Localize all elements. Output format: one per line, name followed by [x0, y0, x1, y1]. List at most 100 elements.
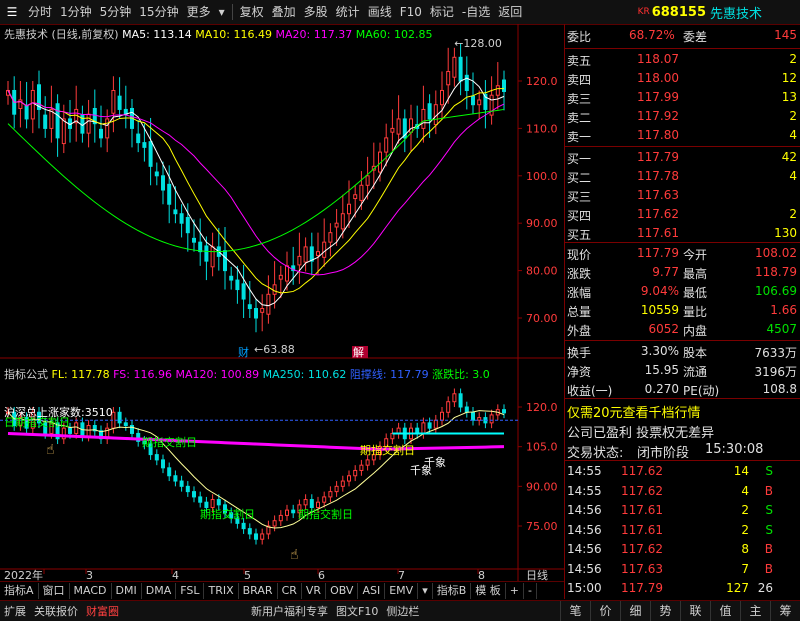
tab-trix[interactable]: TRIX [204, 583, 239, 599]
ask-row: 卖四 118.00 12 [565, 69, 800, 89]
btn-f10[interactable]: F10 [396, 0, 426, 24]
sub-candle-body [161, 459, 165, 469]
stat-label: 股本 [683, 346, 708, 360]
bid-row: 买四 117.62 2 [565, 205, 800, 225]
sub-candle-body [334, 485, 339, 493]
chevron-down-icon[interactable]: ▾ [215, 0, 229, 24]
status-expand[interactable]: 扩展 [0, 603, 30, 619]
tab-1min[interactable]: 1分钟 [56, 0, 96, 24]
promo-row-1[interactable]: 仅需20元查看千档行情 [565, 400, 800, 421]
tab-template[interactable]: 模 板 [471, 583, 506, 599]
tab-dmi[interactable]: DMI [112, 583, 142, 599]
sub-candle-body [210, 499, 215, 508]
stat-value: 10559 [640, 303, 679, 317]
tick-row: 14:56 117.61 2 S [565, 521, 800, 541]
trade-status-value: 闭市阶段 [637, 446, 690, 461]
company-note: 公司已盈利 投票权无差异 [567, 426, 715, 441]
tab-more[interactable]: 更多 [183, 0, 215, 24]
rtab-chou[interactable]: 筹 [770, 601, 800, 621]
candle-body [427, 103, 432, 120]
tick-row: 15:00 117.79 127 26 [565, 579, 800, 599]
chevron-down-icon[interactable]: ▾ [418, 583, 433, 599]
tab-asi[interactable]: ASI [358, 583, 386, 599]
candle-body [384, 137, 389, 153]
tab-obv[interactable]: OBV [326, 583, 359, 599]
tab-fenshi[interactable]: 分时 [24, 0, 56, 24]
rtab-xi[interactable]: 细 [620, 601, 650, 621]
quote-panel: 委比 68.72% 委差 145 卖五 118.07 2 卖四 118.00 12 卖三 11… [564, 24, 800, 599]
btn-diejia[interactable]: 叠加 [268, 0, 300, 24]
tab-15min[interactable]: 15分钟 [135, 0, 182, 24]
candle-body [316, 251, 320, 256]
btn-tongji[interactable]: 统计 [332, 0, 364, 24]
level-volume: 130 [774, 226, 797, 240]
status-sidebar[interactable]: 侧边栏 [382, 603, 423, 619]
sub-title[interactable]: 指标公式 [4, 368, 48, 381]
stat-value: 4507 [766, 322, 797, 336]
level-price: 117.99 [637, 90, 679, 104]
status-related[interactable]: 关联报价 [30, 603, 82, 619]
chart-title: 先惠技术 (日线,前复权) [4, 28, 119, 41]
status-fortune[interactable]: 财富圈 [82, 603, 123, 619]
candle-body [204, 245, 209, 262]
tick-row: 14:55 117.62 4 B [565, 482, 800, 502]
tick-volume: 2 [741, 503, 749, 517]
candle-body [235, 279, 240, 291]
y-tick-label: 75.00 [526, 520, 558, 533]
rtab-zhi[interactable]: 值 [710, 601, 740, 621]
ma5-legend: MA5: 113.14 [122, 28, 192, 41]
tick-direction: B [764, 483, 773, 498]
zoom-out-button[interactable]: - [524, 583, 537, 599]
candle-body [471, 95, 475, 106]
stat-row: 总量 10559 量比 1.66 [565, 301, 800, 321]
stat-label: 净资 [567, 365, 592, 379]
btn-biaoji[interactable]: 标记 [426, 0, 458, 24]
stat-label: 流通 [683, 365, 708, 379]
y-tick-label: 110.0 [526, 122, 558, 135]
tab-fsl[interactable]: FSL [176, 583, 205, 599]
stat2-row: 净资 15.95 流通 3196万 [565, 361, 800, 381]
btn-duogu[interactable]: 多股 [300, 0, 332, 24]
sub-note: 期指交割日 [360, 443, 415, 457]
tick-time: 14:55 [567, 464, 602, 478]
btn-huaxian[interactable]: 画线 [364, 0, 396, 24]
menu-icon[interactable]: ☰ [0, 0, 24, 24]
level-volume: 42 [781, 150, 797, 164]
promo-qiandang[interactable]: 仅需20元查看千档行情 [567, 402, 701, 421]
finance-marker: 财 [238, 345, 249, 359]
tab-brar[interactable]: BRAR [239, 583, 278, 599]
tab-cr[interactable]: CR [278, 583, 302, 599]
bid-row: 买三 117.63 [565, 186, 800, 206]
stat2-row: 换手 3.30% 股本 7633万 [565, 342, 800, 362]
stat-label: 今开 [683, 248, 708, 262]
chart-area[interactable]: 120.0 110.0 100.0 90.00 80.00 70.00 120.0 105.0… [0, 24, 564, 599]
stat-row: 涨跌 9.77 最高 118.79 [565, 263, 800, 283]
sub-candle-body [123, 422, 128, 427]
candle-body [86, 113, 91, 134]
kline-chart[interactable]: 120.0 110.0 100.0 90.00 80.00 70.00 120.0 105.0… [0, 24, 564, 581]
tab-emv[interactable]: EMV [385, 583, 419, 599]
tab-macd[interactable]: MACD [70, 583, 112, 599]
tab-indicator-b[interactable]: 指标B [433, 583, 472, 599]
rtab-zhu[interactable]: 主 [740, 601, 770, 621]
tab-vr[interactable]: VR [302, 583, 327, 599]
rtab-bi[interactable]: 笔 [560, 601, 590, 621]
rtab-shi[interactable]: 势 [650, 601, 680, 621]
level-label: 卖四 [567, 73, 592, 87]
status-newuser[interactable]: 新用户福利专享 [247, 603, 332, 619]
stat-value: 3196万 [754, 365, 797, 379]
tick-time: 14:56 [567, 561, 602, 576]
btn-fuquan[interactable]: 复权 [236, 0, 268, 24]
tab-indicator-a[interactable]: 指标A [0, 583, 39, 599]
zoom-in-button[interactable]: + [506, 583, 524, 599]
candle-body [192, 237, 196, 243]
btn-fanhui[interactable]: 返回 [494, 0, 526, 24]
status-f10[interactable]: 图文F10 [332, 603, 382, 619]
rtab-lian[interactable]: 联 [680, 601, 710, 621]
tab-window[interactable]: 窗口 [39, 583, 70, 599]
tab-dma[interactable]: DMA [142, 583, 177, 599]
weibi-label: 委比 [567, 30, 592, 44]
btn-zixuan[interactable]: -自选 [458, 0, 494, 24]
rtab-jia[interactable]: 价 [590, 601, 620, 621]
tab-5min[interactable]: 5分钟 [96, 0, 136, 24]
